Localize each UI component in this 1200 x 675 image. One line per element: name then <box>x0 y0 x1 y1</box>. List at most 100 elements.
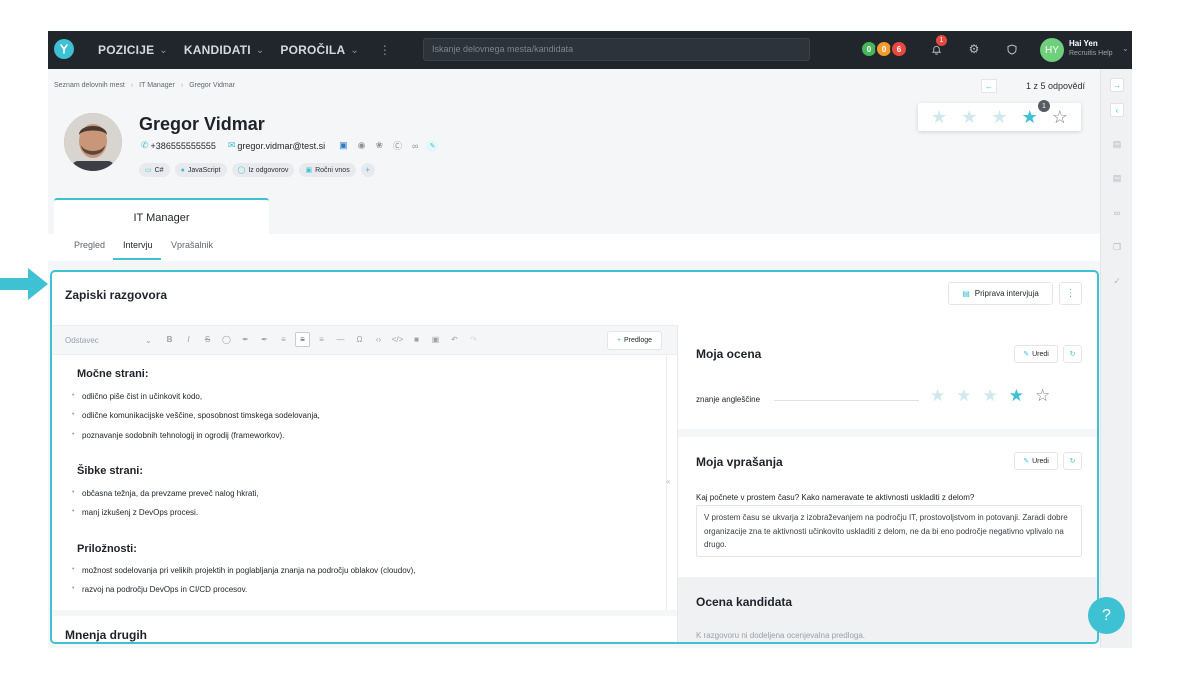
sync-icon: ↻ <box>1069 458 1076 465</box>
help-button[interactable]: ? <box>1088 597 1125 634</box>
candidate-rating-note: K razgovoru ni dodeljena ocenjevalna pre… <box>696 631 866 640</box>
code-block-icon[interactable]: </> <box>390 332 405 347</box>
candidate-photo <box>64 113 122 171</box>
tab-overview[interactable]: Pregled <box>74 240 105 250</box>
format-tools: B I S ◯ ✒ ✒ ≡ ≡ ≡ — Ω ‹› </> ■ ▣ ↶ ↷ <box>162 332 481 347</box>
user-name[interactable]: Hai Yen <box>1069 39 1098 48</box>
candidate-email[interactable]: gregor.vidmar@test.si <box>237 141 325 151</box>
tag-from-answers[interactable]: ◯ Iz odgovorov <box>231 163 295 177</box>
horizontal-rule-icon[interactable]: — <box>333 332 348 347</box>
templates-button[interactable]: + Predloge <box>607 331 662 350</box>
arrow-right-icon[interactable]: → <box>1110 78 1124 92</box>
interview-notes-panel: Zapiski razgovora ▤ Priprava intervjuja ⋮… <box>50 270 1099 644</box>
code-icon[interactable]: ‹› <box>371 332 386 347</box>
tag-csharp[interactable]: ▭ C# <box>139 163 170 177</box>
criterion-label: znanje angleščine <box>696 395 761 404</box>
chevron-right-icon: › <box>180 82 184 89</box>
more-options-button[interactable]: ⋮ <box>1059 282 1082 305</box>
answer-text[interactable]: V prostem času se ukvarja z izobraževanj… <box>696 505 1082 557</box>
tab-job-it-manager[interactable]: IT Manager <box>54 198 269 235</box>
id-card-icon[interactable]: ▤ <box>1110 137 1124 151</box>
check-circle-icon[interactable]: ✓ <box>1110 274 1124 288</box>
status-pills[interactable]: 0 0 6 <box>860 40 908 58</box>
bold-icon[interactable]: B <box>162 332 177 347</box>
star-filled-icon[interactable]: ★ <box>1009 387 1024 404</box>
star-outline-icon[interactable]: ☆ <box>1052 108 1068 126</box>
collapse-left-icon[interactable]: ‹ <box>1110 103 1124 117</box>
tag-label: Ročni vnos <box>315 166 350 174</box>
nav-reports[interactable]: POROČILA ⌄ <box>280 43 359 57</box>
my-questions-title: Moja vprašanja <box>696 455 783 469</box>
user-avatar[interactable]: HY <box>1040 38 1064 62</box>
skype-icon[interactable]: Ⓒ <box>393 139 402 152</box>
interview-prep-button[interactable]: ▤ Priprava intervjuja <box>948 282 1053 305</box>
nav-reports-label: POROČILA <box>280 43 346 57</box>
numbered-list-icon[interactable]: ≡ <box>314 332 329 347</box>
nav-positions[interactable]: POZICIJE ⌄ <box>98 43 168 57</box>
sync-questions-button[interactable]: ↻ <box>1063 452 1082 470</box>
align-icon[interactable]: ≡ <box>276 332 291 347</box>
nav-candidates[interactable]: KANDIDATI ⌄ <box>184 43 265 57</box>
breadcrumb-jobs[interactable]: Seznam delovnih mest <box>54 82 125 89</box>
app-logo[interactable] <box>54 39 74 59</box>
twitter-icon[interactable]: ❀ <box>375 140 383 151</box>
criterion-rating[interactable]: ★ ★ ★ ★ ☆ <box>930 387 1050 404</box>
status-pill-red[interactable]: 6 <box>890 40 908 58</box>
chevron-down-icon[interactable]: ⌄ <box>145 336 152 345</box>
tag-label: Iz odgovorov <box>248 166 289 174</box>
edit-questions-button[interactable]: ✎ Uredi <box>1014 452 1058 470</box>
tab-questionnaire[interactable]: Vprašalnik <box>171 240 213 250</box>
breadcrumb-job[interactable]: IT Manager <box>139 82 175 89</box>
image-icon[interactable]: ▣ <box>428 332 443 347</box>
tag-javascript[interactable]: ● JavaScript <box>174 163 227 177</box>
shield-icon[interactable] <box>1004 41 1020 57</box>
star-icon[interactable]: ★ <box>956 387 971 404</box>
collapse-double-left-icon[interactable]: « <box>666 477 670 486</box>
mail-icon: ✉ <box>227 140 236 150</box>
video-icon[interactable]: ■ <box>409 332 424 347</box>
more-vertical-icon[interactable]: ⋮ <box>379 43 391 57</box>
candidate-phone[interactable]: +386555555555 <box>151 141 216 151</box>
redo-icon[interactable]: ↷ <box>466 332 481 347</box>
star-icon[interactable]: ★ <box>961 108 977 126</box>
chevron-down-icon[interactable]: ⌄ <box>1122 44 1129 53</box>
star-filled-icon[interactable]: ★ <box>1022 108 1038 126</box>
edit-pencil-icon[interactable]: ✎ <box>426 139 439 152</box>
star-icon[interactable]: ★ <box>930 387 945 404</box>
star-icon[interactable]: ★ <box>931 108 947 126</box>
linkedin-icon[interactable]: ▣ <box>339 140 348 151</box>
text-color-icon[interactable]: ✒ <box>238 332 253 347</box>
breadcrumb-candidate: Gregor Vidmar <box>189 82 235 89</box>
comment-icon[interactable]: ▤ <box>1110 171 1124 185</box>
link-icon[interactable]: ∞ <box>412 141 418 151</box>
monitor-icon: ▭ <box>145 167 152 174</box>
edit-rating-button[interactable]: ✎ Uredi <box>1014 345 1058 363</box>
question-text: Kaj počnete v prostem času? Kako namerav… <box>696 493 975 502</box>
link-icon[interactable]: ∞ <box>1110 206 1124 220</box>
undo-icon[interactable]: ↶ <box>447 332 462 347</box>
strikethrough-icon[interactable]: S <box>200 332 215 347</box>
highlight-icon[interactable]: ✒ <box>257 332 272 347</box>
previous-candidate-button[interactable]: ← <box>981 79 997 93</box>
bullet-list-icon[interactable]: ≡ <box>295 332 310 347</box>
add-tag-button[interactable]: + <box>360 163 375 177</box>
paragraph-style-select[interactable]: Odstavec <box>65 336 99 345</box>
gear-icon[interactable]: ⚙ <box>966 41 982 57</box>
star-icon[interactable]: ★ <box>991 108 1007 126</box>
pager-text: 1 z 5 odpovědí <box>1026 81 1086 91</box>
star-icon[interactable]: ★ <box>983 387 998 404</box>
star-outline-icon[interactable]: ☆ <box>1035 387 1050 404</box>
sync-rating-button[interactable]: ↻ <box>1063 345 1082 363</box>
copy-icon[interactable]: ❐ <box>1110 240 1124 254</box>
palette-icon[interactable]: ◯ <box>219 332 234 347</box>
omega-icon[interactable]: Ω <box>352 332 367 347</box>
tab-interview[interactable]: Intervju <box>123 240 153 250</box>
italic-icon[interactable]: I <box>181 332 196 347</box>
logo-icon <box>60 44 68 54</box>
chevron-down-icon: ⌄ <box>159 44 168 56</box>
search-input[interactable]: Iskanje delovnega mesta/kandidata <box>423 38 810 61</box>
tag-manual-entry[interactable]: ▣ Ročni vnos <box>299 163 356 177</box>
facebook-icon[interactable]: ◉ <box>358 140 366 151</box>
notes-editor[interactable]: Močne strani: odlično piše čist in učink… <box>52 355 677 610</box>
candidate-rating[interactable]: ★ ★ ★ ★ ☆ <box>918 103 1081 131</box>
